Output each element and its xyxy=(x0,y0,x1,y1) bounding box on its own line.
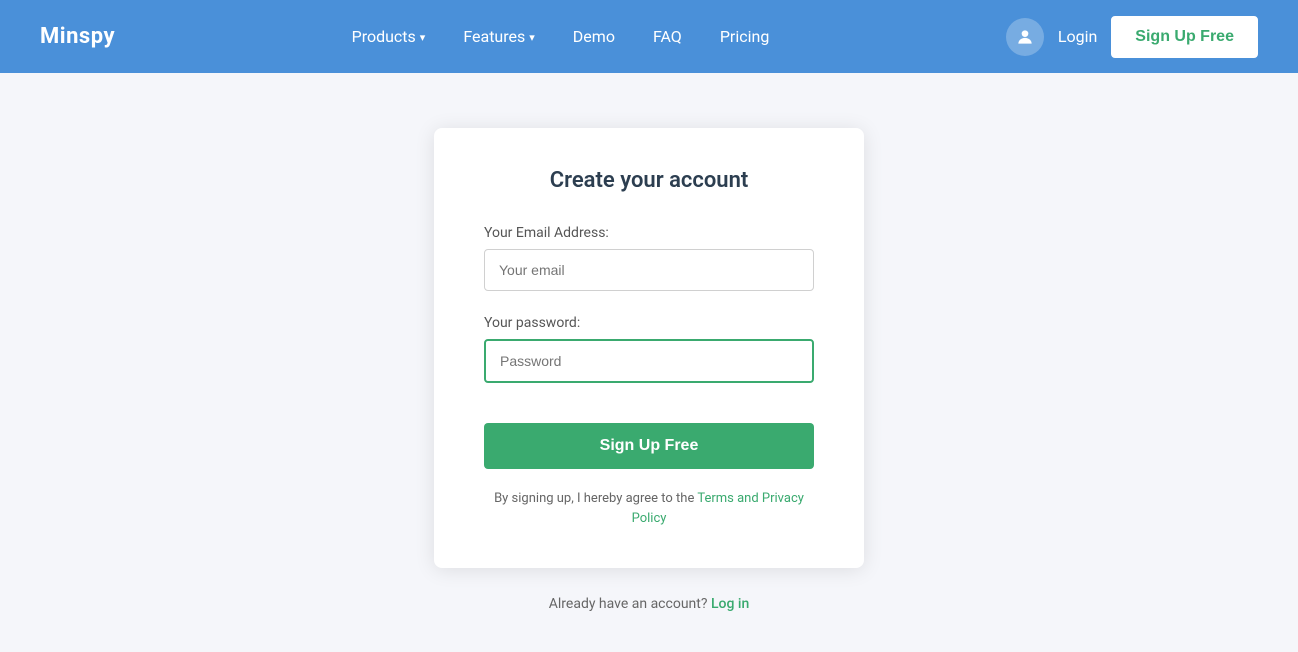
email-label: Your Email Address: xyxy=(484,225,814,241)
signup-button[interactable]: Sign Up Free xyxy=(484,423,814,469)
main-content: Create your account Your Email Address: … xyxy=(0,73,1298,652)
nav-item-demo[interactable]: Demo xyxy=(559,19,629,54)
terms-text: By signing up, I hereby agree to the Ter… xyxy=(484,489,814,528)
password-input[interactable] xyxy=(484,339,814,383)
nav-signup-button[interactable]: Sign Up Free xyxy=(1111,16,1258,58)
email-input[interactable] xyxy=(484,249,814,291)
nav-item-products[interactable]: Products ▾ xyxy=(338,19,440,54)
password-label: Your password: xyxy=(484,315,814,331)
user-icon xyxy=(1006,18,1044,56)
nav-links: Products ▾ Features ▾ Demo FAQ Pricing xyxy=(338,19,784,54)
nav-right: Login Sign Up Free xyxy=(1006,16,1258,58)
form-title: Create your account xyxy=(484,168,814,193)
chevron-down-icon: ▾ xyxy=(529,31,535,44)
signup-card: Create your account Your Email Address: … xyxy=(434,128,864,568)
nav-item-features[interactable]: Features ▾ xyxy=(449,19,548,54)
nav-item-pricing[interactable]: Pricing xyxy=(706,19,784,54)
nav-item-faq[interactable]: FAQ xyxy=(639,19,696,54)
site-logo[interactable]: Minspy xyxy=(40,24,115,49)
chevron-down-icon: ▾ xyxy=(420,31,426,44)
password-group: Your password: xyxy=(484,315,814,383)
navbar: Minspy Products ▾ Features ▾ Demo FAQ Pr… xyxy=(0,0,1298,73)
login-link[interactable]: Login xyxy=(1052,19,1103,54)
email-group: Your Email Address: xyxy=(484,225,814,291)
